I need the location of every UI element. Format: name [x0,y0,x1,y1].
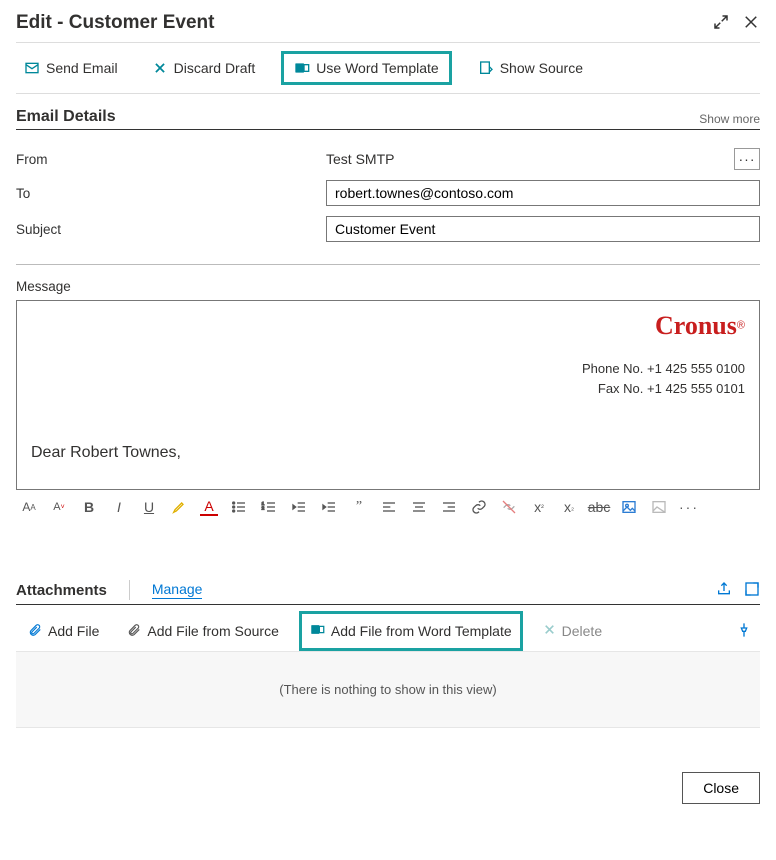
expand-icon[interactable] [712,13,730,34]
from-value: Test SMTP [326,151,394,167]
maximize-section-icon[interactable] [744,581,760,600]
font-grow-icon[interactable]: AA [20,498,38,516]
action-toolbar: Send Email Discard Draft Use Word Templa… [16,42,760,94]
align-left-icon[interactable] [380,498,398,516]
superscript-icon[interactable]: x² [530,498,548,516]
more-options-icon[interactable]: ··· [680,498,698,516]
send-email-label: Send Email [46,60,118,76]
send-email-icon [24,60,40,76]
insert-image-icon[interactable] [620,498,638,516]
brand-logo: Cronus [655,311,737,340]
show-source-icon [478,60,494,76]
phone-value: +1 425 555 0100 [647,361,745,376]
from-label: From [16,152,326,167]
page-title: Edit - Customer Event [16,12,214,34]
fax-label: Fax No. [598,381,644,396]
bold-icon[interactable]: B [80,498,98,516]
number-list-icon[interactable]: 12 [260,498,278,516]
message-salutation: Dear Robert Townes, [31,444,745,462]
attachments-empty-state: (There is nothing to show in this view) [16,652,760,728]
align-center-icon[interactable] [410,498,428,516]
use-word-template-button[interactable]: Use Word Template [281,51,451,85]
show-source-label: Show Source [500,60,583,76]
align-right-icon[interactable] [440,498,458,516]
word-template-small-icon [310,622,325,640]
subject-input[interactable] [326,216,760,242]
add-file-source-label: Add File from Source [147,623,279,639]
add-file-label: Add File [48,623,99,639]
subject-label: Subject [16,222,326,237]
bullet-list-icon[interactable] [230,498,248,516]
strikethrough-icon[interactable]: abc [590,498,608,516]
italic-icon[interactable]: I [110,498,128,516]
from-lookup-button[interactable]: ··· [734,148,760,170]
add-file-source-button[interactable]: Add File from Source [119,613,287,650]
indent-icon[interactable] [320,498,338,516]
word-template-icon [294,60,310,76]
svg-text:2: 2 [262,506,265,511]
discard-draft-label: Discard Draft [174,60,256,76]
highlight-icon[interactable] [170,498,188,516]
quote-icon[interactable]: ” [350,498,368,516]
delete-label: Delete [562,623,602,639]
close-button[interactable]: Close [682,772,760,804]
share-icon[interactable] [716,581,732,600]
delete-icon [543,623,556,639]
discard-draft-button[interactable]: Discard Draft [144,56,264,80]
pin-icon[interactable] [736,622,760,641]
link-icon[interactable] [470,498,488,516]
manage-link[interactable]: Manage [152,581,203,599]
fax-value: +1 425 555 0101 [647,381,745,396]
subscript-icon[interactable]: x₂ [560,498,578,516]
unlink-icon[interactable] [500,498,518,516]
message-label: Message [16,279,760,294]
add-file-word-label: Add File from Word Template [331,623,512,639]
add-file-word-template-button[interactable]: Add File from Word Template [299,611,523,651]
font-shrink-icon[interactable]: A˅ [50,498,68,516]
add-file-button[interactable]: Add File [20,613,107,650]
delete-attachment-button[interactable]: Delete [535,613,610,649]
attach-icon [28,623,42,640]
to-label: To [16,186,326,201]
discard-icon [152,60,168,76]
show-more-link[interactable]: Show more [699,112,760,126]
brand-mark: ® [737,319,745,331]
close-icon[interactable] [742,13,760,34]
rich-text-toolbar: AA A˅ B I U A 12 ” x² x₂ abc ··· [16,490,760,524]
outdent-icon[interactable] [290,498,308,516]
attach-source-icon [127,623,141,640]
message-editor[interactable]: Cronus® Phone No. +1 425 555 0100 Fax No… [16,300,760,490]
use-word-template-label: Use Word Template [316,60,438,76]
insert-image-disabled-icon [650,498,668,516]
attachments-heading: Attachments [16,582,107,599]
send-email-button[interactable]: Send Email [16,56,126,80]
underline-icon[interactable]: U [140,498,158,516]
attachments-toolbar: Add File Add File from Source Add File f… [16,611,760,652]
font-color-icon[interactable]: A [200,498,218,516]
email-details-heading: Email Details [16,108,116,126]
to-input[interactable] [326,180,760,206]
show-source-button[interactable]: Show Source [470,56,591,80]
phone-label: Phone No. [582,361,643,376]
